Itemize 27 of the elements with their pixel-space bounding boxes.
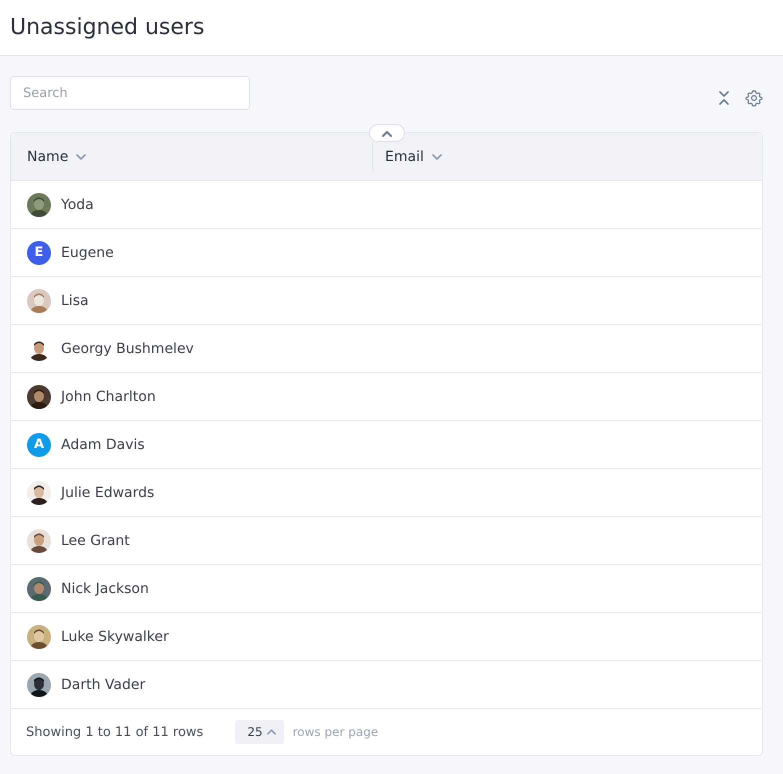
collapse-icon[interactable] bbox=[719, 90, 729, 106]
user-name: Yoda bbox=[61, 196, 94, 212]
user-name: Eugene bbox=[61, 244, 114, 260]
user-name: Georgy Bushmelev bbox=[61, 340, 194, 356]
user-name: Julie Edwards bbox=[61, 484, 154, 500]
search-field[interactable]: Search bbox=[10, 76, 250, 110]
column-header[interactable]: Name bbox=[27, 148, 68, 164]
user-name: Lee Grant bbox=[61, 532, 130, 548]
page-size-dropdown[interactable]: 25 bbox=[235, 720, 284, 744]
settings-icon[interactable] bbox=[745, 89, 763, 107]
chevron-down-icon[interactable] bbox=[432, 154, 442, 160]
user-name: Nick Jackson bbox=[61, 580, 149, 596]
user-name: Adam Davis bbox=[61, 436, 145, 452]
avatar-initial: E bbox=[27, 240, 51, 264]
user-name: Luke Skywalker bbox=[61, 628, 169, 644]
chevron-up-icon bbox=[266, 729, 276, 735]
avatar-initial: A bbox=[27, 432, 51, 456]
column-header[interactable]: Email bbox=[385, 149, 424, 165]
user-name: Darth Vader bbox=[61, 676, 146, 692]
user-name: Lisa bbox=[61, 292, 89, 308]
collapse-button[interactable] bbox=[369, 124, 405, 142]
page-title: Unassigned users bbox=[10, 15, 204, 40]
rows-per-page-label: rows per page bbox=[292, 725, 378, 739]
chevron-up-icon bbox=[382, 130, 392, 136]
chevron-down-icon[interactable] bbox=[76, 154, 86, 160]
user-name: John Charlton bbox=[61, 388, 156, 404]
rows-summary: Showing 1 to 11 of 11 rows bbox=[26, 724, 204, 740]
